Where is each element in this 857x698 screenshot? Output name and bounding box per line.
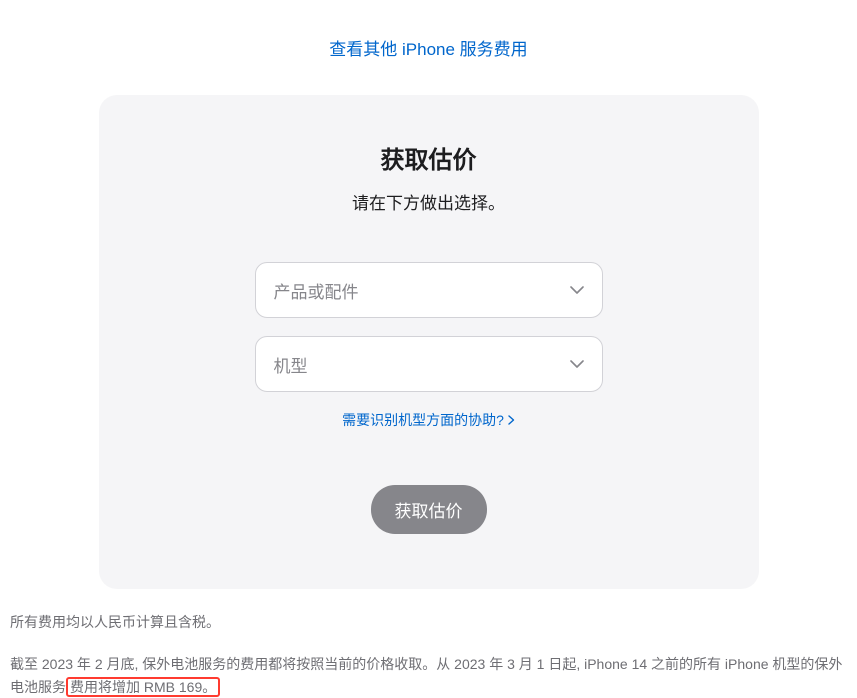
help-link-text: 需要识别机型方面的协助? [342, 410, 504, 430]
highlighted-price-increase: 费用将增加 RMB 169。 [66, 677, 220, 697]
footnote-currency: 所有费用均以人民币计算且含税。 [10, 611, 847, 633]
get-estimate-button[interactable]: 获取估价 [371, 485, 487, 534]
view-other-services-link[interactable]: 查看其他 iPhone 服务费用 [0, 35, 857, 60]
card-title: 获取估价 [139, 140, 719, 175]
footnote-price-increase: 截至 2023 年 2 月底, 保外电池服务的费用都将按照当前的价格收取。从 2… [10, 653, 847, 698]
product-select[interactable]: 产品或配件 [255, 262, 603, 318]
card-subtitle: 请在下方做出选择。 [139, 189, 719, 214]
estimate-card: 获取估价 请在下方做出选择。 产品或配件 机型 需要识别机型方面的协助? 获取估… [99, 95, 759, 589]
chevron-down-icon [570, 357, 584, 371]
identify-model-help-link[interactable]: 需要识别机型方面的协助? [342, 410, 515, 430]
footnotes: 所有费用均以人民币计算且含税。 截至 2023 年 2 月底, 保外电池服务的费… [10, 611, 847, 698]
chevron-right-icon [508, 415, 515, 425]
product-select-placeholder: 产品或配件 [274, 278, 359, 303]
chevron-down-icon [570, 283, 584, 297]
model-select-placeholder: 机型 [274, 352, 308, 377]
model-select[interactable]: 机型 [255, 336, 603, 392]
